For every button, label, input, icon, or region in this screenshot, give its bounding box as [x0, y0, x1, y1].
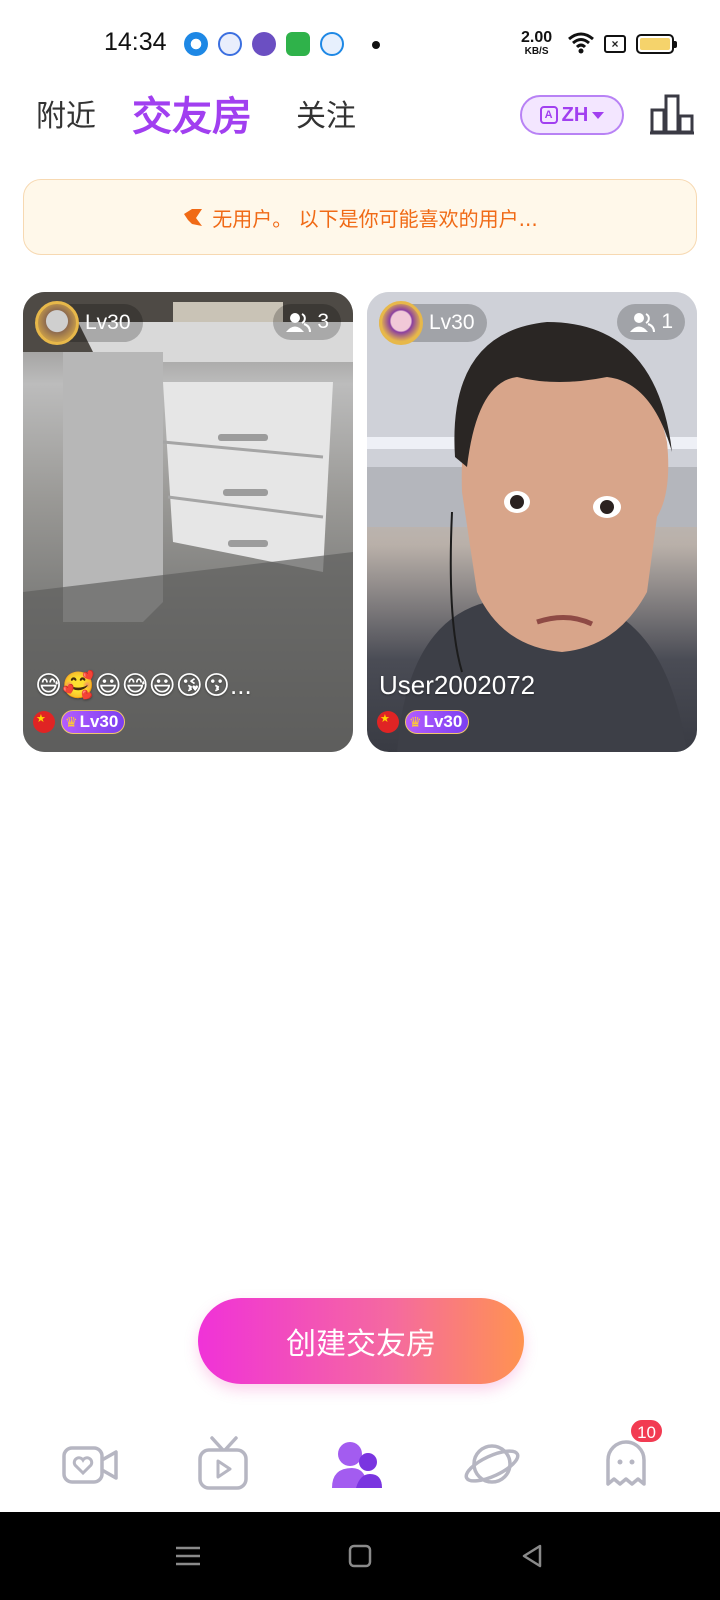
megaphone-icon: [184, 209, 203, 226]
level-badge-text: Lv30: [79, 712, 119, 731]
status-bar: 14:34 2.00 KB/S ×: [0, 0, 720, 90]
purple-app-icon: [252, 32, 276, 56]
battery-fill: [640, 38, 670, 50]
viewer-count: 1: [617, 304, 685, 340]
china-flag-icon: [33, 711, 55, 733]
crown-icon: ♛: [409, 713, 422, 730]
baidu-icon: [218, 32, 242, 56]
q-app-icon: [320, 32, 344, 56]
network-speed-unit: KB/S: [524, 46, 549, 57]
language-label: ZH: [561, 103, 589, 126]
android-app-icon: [286, 32, 310, 56]
ranking-icon[interactable]: [648, 92, 696, 136]
language-button[interactable]: A ZH: [520, 95, 624, 135]
home-icon[interactable]: [342, 1538, 378, 1574]
viewer-count: 3: [273, 304, 341, 340]
crown-icon: ♛: [65, 713, 78, 730]
viewer-count-value: 1: [661, 310, 673, 333]
status-time: 14:34: [104, 28, 167, 56]
friends-room-icon: [332, 1442, 382, 1488]
level-badge-text: Lv30: [423, 712, 463, 731]
bottom-nav: 10: [0, 1418, 720, 1512]
menu-icon[interactable]: [170, 1538, 206, 1574]
create-room-button[interactable]: 创建交友房: [198, 1298, 524, 1384]
no-users-notice: 无用户。 以下是你可能喜欢的用户...: [23, 179, 697, 255]
more-notifications-dot: [372, 41, 380, 49]
host-level: Lv30: [429, 311, 475, 334]
host-avatar-level[interactable]: Lv30: [35, 301, 143, 345]
room-title: 😅🥰😃😅😃😘😗...: [35, 670, 252, 700]
level-badge: ♛ Lv30: [61, 710, 126, 734]
notice-text: 无用户。 以下是你可能喜欢的用户...: [212, 206, 538, 231]
wifi-icon: [568, 32, 594, 54]
level-badge: ♛ Lv30: [405, 710, 470, 734]
users-icon: [286, 313, 312, 333]
notification-icons: [184, 32, 344, 56]
nav-messages[interactable]: 10: [594, 1418, 664, 1496]
tab-nearby[interactable]: 附近: [36, 88, 96, 146]
nav-discover[interactable]: [460, 1432, 524, 1496]
planet-icon: [464, 1444, 520, 1484]
network-speed: 2.00 KB/S: [521, 30, 552, 57]
host-meta: ♛ Lv30: [377, 710, 470, 734]
room-title: User2002072: [379, 670, 536, 700]
nav-video-chat[interactable]: [58, 1432, 122, 1496]
room-card[interactable]: Lv30 1 User2002072 ♛ Lv30: [367, 292, 697, 752]
no-sim-icon: ×: [604, 35, 626, 53]
battery-icon: [636, 34, 677, 54]
system-nav-bar: [0, 1512, 720, 1600]
room-card[interactable]: Lv30 3 😅🥰😃😅😃😘😗... ♛ Lv30: [23, 292, 353, 752]
back-icon[interactable]: [514, 1538, 550, 1574]
host-avatar-level[interactable]: Lv30: [379, 301, 487, 345]
host-level: Lv30: [85, 311, 131, 334]
users-icon: [630, 313, 656, 333]
camera-icon: [184, 32, 208, 56]
unread-badge: 10: [629, 1418, 664, 1444]
tv-play-icon: [198, 1436, 248, 1490]
caret-down-icon: [592, 111, 605, 119]
avatar: [35, 301, 79, 345]
tab-friends-room[interactable]: 交友房: [132, 88, 252, 146]
nav-friends-room[interactable]: [326, 1432, 390, 1496]
avatar: [379, 301, 423, 345]
host-meta: ♛ Lv30: [33, 710, 126, 734]
translate-icon: A: [539, 106, 558, 124]
nav-live[interactable]: [192, 1432, 256, 1496]
china-flag-icon: [377, 711, 399, 733]
viewer-count-value: 3: [317, 310, 329, 333]
tab-following[interactable]: 关注: [296, 88, 356, 146]
network-speed-value: 2.00: [521, 29, 553, 46]
video-heart-icon: [62, 1446, 118, 1484]
